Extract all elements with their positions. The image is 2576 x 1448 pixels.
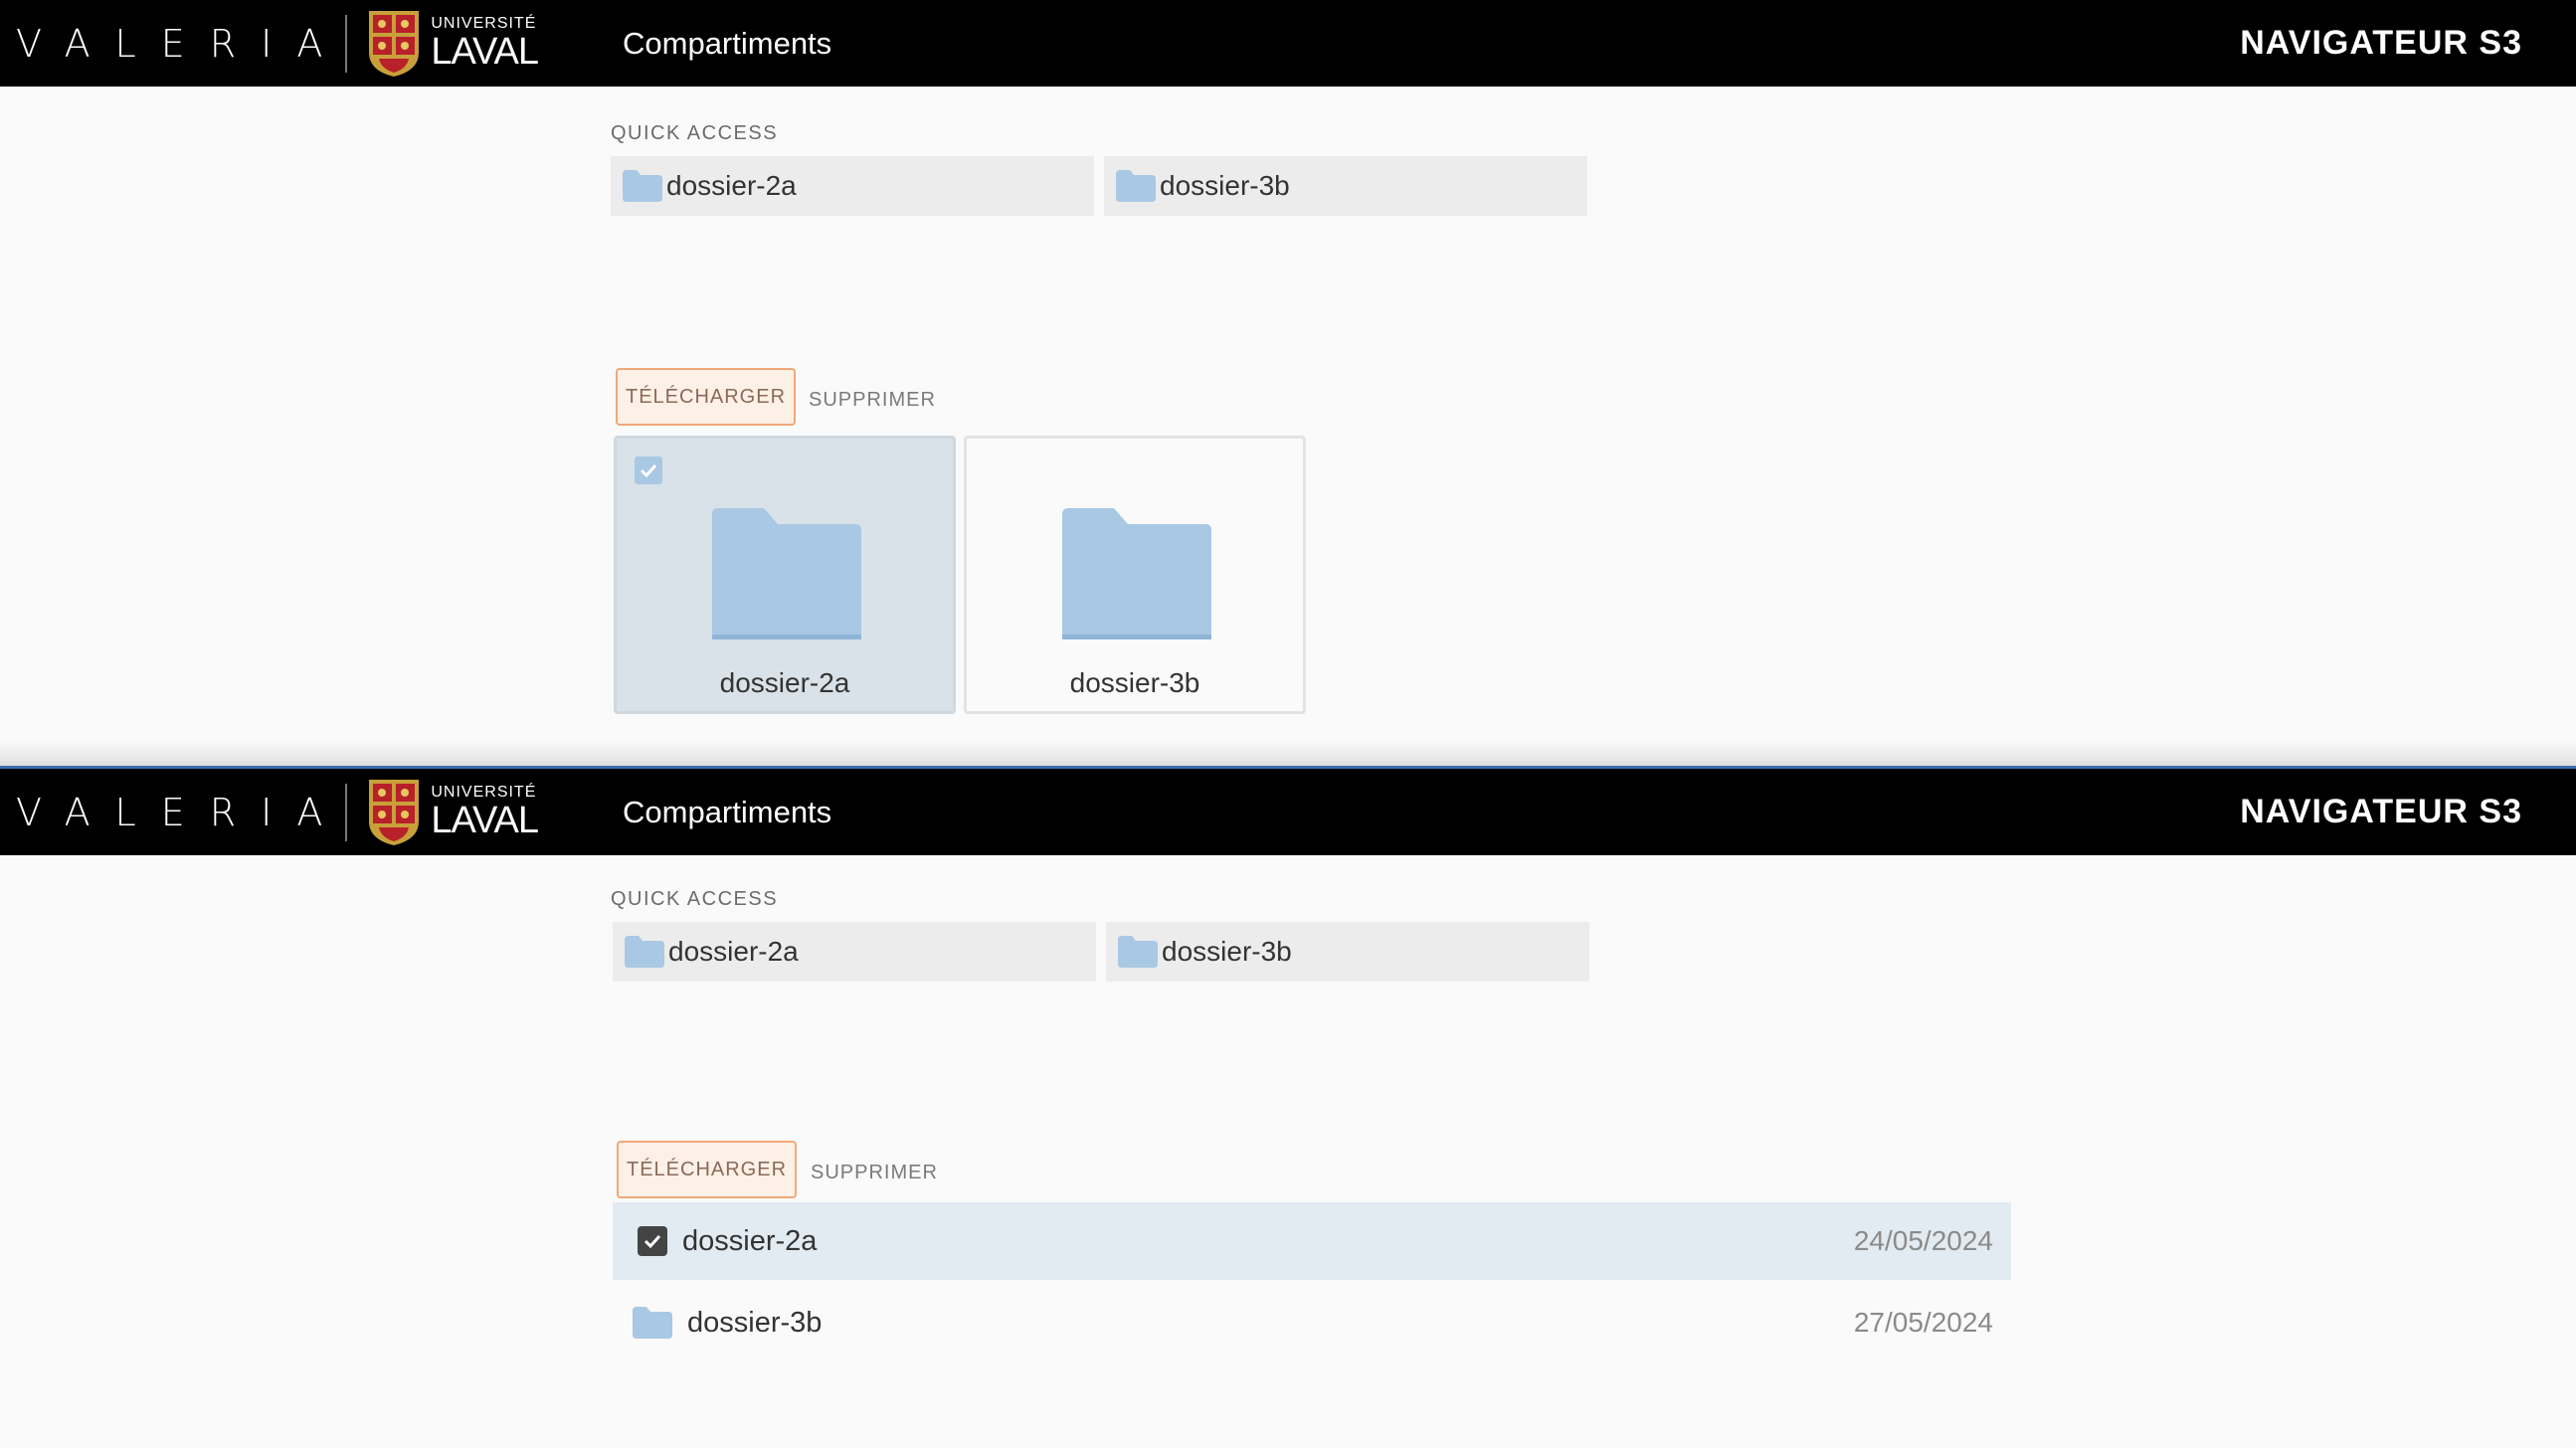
laval-shield-icon: [369, 779, 420, 845]
list-view-panel: VALERIA UNIVERSITÉ LAVAL Compartiments N…: [0, 766, 2576, 1448]
quick-access-item-label: dossier-3b: [1160, 170, 1290, 201]
folder-tile-label: dossier-2a: [719, 667, 850, 698]
list-item-name: dossier-2a: [682, 1224, 818, 1257]
folder-icon: [712, 508, 861, 639]
brand-divider: [345, 14, 348, 73]
top-bar: VALERIA UNIVERSITÉ LAVAL Compartiments N…: [0, 769, 2576, 855]
laval-shield-icon: [369, 10, 420, 77]
valeria-logo[interactable]: VALERIA: [16, 791, 347, 834]
quick-access-item[interactable]: dossier-2a: [611, 156, 1094, 216]
brand-logos: VALERIA UNIVERSITÉ LAVAL: [16, 0, 539, 87]
laval-label: LAVAL: [431, 31, 539, 73]
quick-access-label: QUICK ACCESS: [611, 888, 779, 910]
quick-access-item[interactable]: dossier-3b: [1104, 156, 1587, 216]
universite-laval-wordmark: UNIVERSITÉ LAVAL: [431, 15, 539, 73]
quick-access-item-label: dossier-3b: [1162, 936, 1292, 967]
folder-icon: [633, 1307, 672, 1339]
folder-tile[interactable]: dossier-2a: [614, 436, 956, 714]
valeria-logo[interactable]: VALERIA: [16, 22, 347, 66]
checkbox-checked-icon[interactable]: [638, 1226, 667, 1256]
brand-divider: [345, 783, 348, 841]
quick-access-item[interactable]: dossier-2a: [613, 922, 1096, 982]
list-item-date: 24/05/2024: [1853, 1225, 1993, 1256]
list-item-date: 27/05/2024: [1853, 1307, 1993, 1338]
quick-access-item[interactable]: dossier-3b: [1106, 922, 1589, 982]
folder-icon: [1062, 508, 1211, 639]
download-button[interactable]: TÉLÉCHARGER: [616, 368, 796, 426]
folder-icon: [625, 936, 664, 968]
delete-button[interactable]: SUPPRIMER: [809, 368, 936, 426]
list-item-name: dossier-3b: [687, 1306, 823, 1339]
delete-button[interactable]: SUPPRIMER: [811, 1141, 938, 1198]
checkbox-checked-icon[interactable]: [635, 456, 662, 484]
folder-tile[interactable]: dossier-3b: [964, 436, 1306, 714]
universite-laval-wordmark: UNIVERSITÉ LAVAL: [431, 784, 539, 841]
top-bar: VALERIA UNIVERSITÉ LAVAL Compartiments N…: [0, 0, 2576, 87]
app-title: NAVIGATEUR S3: [2240, 24, 2522, 62]
laval-label: LAVAL: [431, 800, 539, 841]
folder-icon: [623, 170, 662, 202]
grid-view-panel: VALERIA UNIVERSITÉ LAVAL Compartiments N…: [0, 0, 2576, 766]
universite-label: UNIVERSITÉ: [431, 15, 537, 32]
nav-compartiments[interactable]: Compartiments: [623, 0, 831, 87]
nav-compartiments[interactable]: Compartiments: [623, 769, 831, 855]
list-item[interactable]: dossier-3b 27/05/2024: [613, 1284, 2011, 1361]
folder-tile-label: dossier-3b: [1069, 667, 1200, 698]
quick-access-item-label: dossier-2a: [668, 936, 799, 967]
app-title: NAVIGATEUR S3: [2240, 793, 2522, 830]
folder-icon: [1118, 936, 1158, 968]
folder-icon: [1116, 170, 1156, 202]
brand-logos: VALERIA UNIVERSITÉ LAVAL: [16, 769, 539, 855]
universite-label: UNIVERSITÉ: [431, 784, 537, 801]
list-item[interactable]: dossier-2a 24/05/2024: [613, 1202, 2011, 1280]
download-button[interactable]: TÉLÉCHARGER: [617, 1141, 797, 1198]
quick-access-item-label: dossier-2a: [666, 170, 797, 201]
quick-access-label: QUICK ACCESS: [611, 122, 779, 144]
